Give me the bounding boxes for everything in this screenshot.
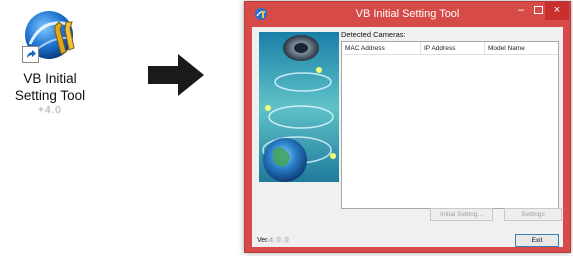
- initial-setting-button[interactable]: Initial Setting...: [430, 208, 493, 221]
- close-button[interactable]: ×: [545, 2, 569, 20]
- right-arrow-icon: [146, 53, 206, 97]
- shortcut-label-line2: Setting Tool: [14, 88, 86, 103]
- camera-list[interactable]: MAC Address IP Address Model Name: [341, 41, 559, 209]
- column-header-model[interactable]: Model Name: [485, 42, 558, 55]
- column-header-ip[interactable]: IP Address: [421, 42, 485, 55]
- column-header-mac[interactable]: MAC Address: [342, 42, 421, 55]
- shortcut-label: VB Initial Setting Tool: [0, 70, 100, 104]
- exit-button[interactable]: Exit: [515, 234, 559, 247]
- minimize-button[interactable]: –: [513, 2, 529, 20]
- camera-artwork: [259, 32, 339, 182]
- desktop-shortcut[interactable]: VB Initial Setting Tool +4.0: [0, 4, 100, 134]
- shortcut-arrow-icon: [22, 46, 39, 63]
- detected-cameras-label: Detected Cameras:: [341, 30, 406, 39]
- shortcut-version: +4.0: [38, 105, 62, 116]
- minimize-icon: –: [517, 4, 525, 16]
- settings-button[interactable]: Settings: [504, 208, 562, 221]
- version-prefix: Ver.: [257, 237, 270, 244]
- app-window: VB Initial Setting Tool – × Detected Cam…: [244, 1, 571, 253]
- close-icon: ×: [553, 4, 561, 16]
- shortcut-label-line1: VB Initial: [23, 71, 77, 86]
- maximize-icon: [533, 6, 543, 14]
- maximize-button[interactable]: [530, 2, 546, 20]
- window-client-area: Detected Cameras: MAC Address IP Address…: [252, 27, 563, 247]
- title-bar[interactable]: VB Initial Setting Tool – ×: [245, 2, 570, 27]
- version-number: 4.0.0: [269, 237, 290, 244]
- version-text: Ver.4.0.0: [257, 237, 290, 244]
